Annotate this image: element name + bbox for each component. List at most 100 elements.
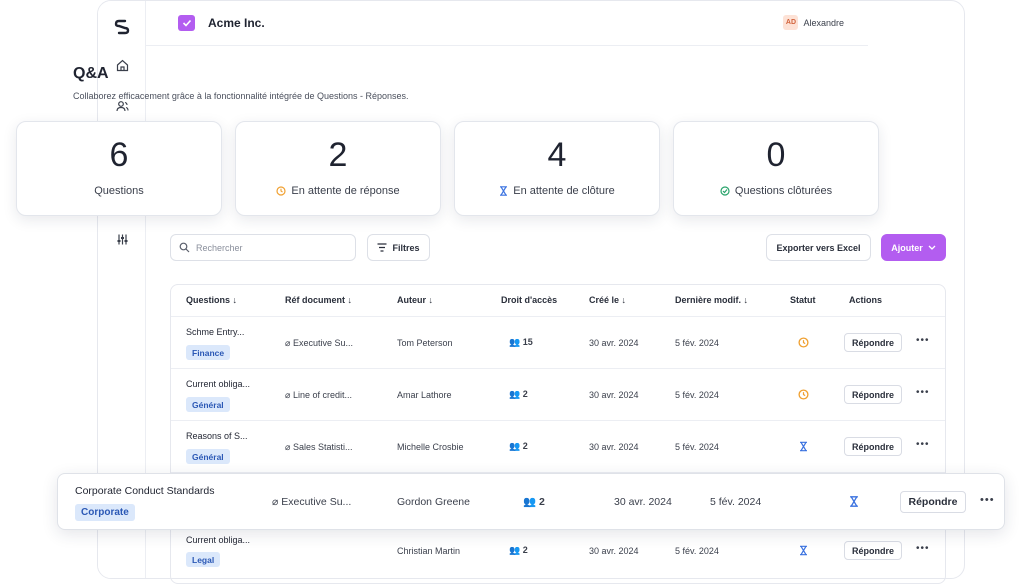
reply-button[interactable]: Répondre — [844, 541, 902, 560]
modified-date: 5 fév. 2024 — [675, 390, 719, 400]
hourglass-icon — [800, 441, 807, 452]
category-tag: Général — [186, 397, 230, 412]
author: Amar Lathore — [397, 390, 452, 400]
question-text: Corporate Conduct Standards — [75, 485, 215, 497]
page-title: Q&A — [73, 65, 109, 82]
export-excel-button[interactable]: Exporter vers Excel — [766, 234, 871, 261]
filters-button[interactable]: Filtres — [367, 234, 430, 261]
doc-ref[interactable]: ⌀ Executive Su... — [272, 496, 351, 508]
col-access: Droit d'accès — [501, 295, 558, 305]
avatar: AD — [783, 15, 799, 30]
author: Christian Martin — [397, 546, 461, 556]
reply-button[interactable]: Répondre — [844, 385, 902, 404]
access-count[interactable]: 👥 2 — [509, 389, 528, 400]
col-created[interactable]: Créé le ↓ — [589, 295, 626, 305]
created-date: 30 avr. 2024 — [589, 546, 639, 556]
user-name: Alexandre — [803, 17, 844, 28]
clock-icon — [276, 186, 286, 196]
home-icon[interactable] — [110, 53, 134, 77]
search-input[interactable]: Rechercher — [170, 234, 356, 261]
reply-button[interactable]: Répondre — [844, 437, 902, 456]
more-options-icon[interactable]: ••• — [916, 543, 930, 554]
user-menu[interactable]: AD Alexandre — [783, 15, 844, 30]
divider — [171, 420, 945, 421]
col-actions: Actions — [849, 295, 883, 305]
stat-card-closed: 0 Questions clôturées — [673, 121, 879, 216]
reply-button[interactable]: Répondre — [900, 491, 966, 513]
access-count[interactable]: 👥 2 — [523, 495, 545, 508]
search-icon — [179, 242, 190, 253]
divider — [171, 368, 945, 369]
author: Tom Peterson — [397, 338, 453, 348]
questions-table: Questions ↓ Réf document ↓ Auteur ↓ Droi… — [170, 284, 946, 584]
export-label: Exporter vers Excel — [776, 242, 861, 253]
col-questions[interactable]: Questions ↓ — [186, 295, 237, 305]
reply-button[interactable]: Répondre — [844, 333, 902, 352]
access-count[interactable]: 👥 2 — [509, 545, 528, 556]
hourglass-icon — [800, 545, 807, 556]
add-label: Ajouter — [891, 242, 923, 253]
more-options-icon[interactable]: ••• — [916, 439, 930, 450]
stat-card-pending-answer: 2 En attente de réponse — [235, 121, 441, 216]
org-name[interactable]: Acme Inc. — [208, 16, 265, 30]
modified-date: 5 fév. 2024 — [675, 442, 719, 452]
access-count[interactable]: 👥 15 — [509, 337, 533, 348]
question-text: Current obliga... — [186, 379, 251, 389]
question-text: Current obliga... — [186, 535, 251, 545]
category-tag: Finance — [186, 345, 231, 360]
stat-value: 6 — [109, 136, 129, 174]
stat-value: 2 — [328, 136, 348, 174]
modified-date: 5 fév. 2024 — [675, 338, 719, 348]
doc-ref[interactable]: ⌀ Sales Statisti... — [285, 442, 352, 453]
folder-check-icon — [178, 15, 195, 31]
app-logo-icon[interactable] — [110, 15, 134, 39]
stat-label: Questions — [94, 185, 144, 197]
filter-icon — [377, 243, 387, 252]
users-icon: 👥 — [509, 545, 521, 555]
stat-card-pending-closure: 4 En attente de clôture — [454, 121, 660, 216]
category-tag: Général — [186, 449, 230, 464]
more-options-icon[interactable]: ••• — [916, 387, 930, 398]
arrow-down-icon: ↓ — [347, 295, 353, 305]
category-tag: Corporate — [75, 504, 135, 521]
users-icon: 👥 — [509, 337, 521, 347]
stat-card-questions: 6 Questions — [16, 121, 222, 216]
table-row-highlighted[interactable]: Corporate Conduct Standards Corporate ⌀ … — [57, 473, 1005, 530]
access-count[interactable]: 👥 2 — [509, 441, 528, 452]
doc-ref[interactable]: ⌀ Line of credit... — [285, 390, 352, 401]
created-date: 30 avr. 2024 — [589, 442, 639, 452]
users-icon: 👥 — [509, 441, 521, 451]
add-button[interactable]: Ajouter — [881, 234, 946, 261]
stat-label: Questions clôturées — [734, 185, 833, 197]
top-bar: Acme Inc. AD Alexandre — [146, 1, 868, 46]
clock-icon — [798, 389, 809, 400]
clock-icon — [798, 337, 809, 348]
paperclip-icon: ⌀ — [285, 390, 291, 400]
col-author[interactable]: Auteur ↓ — [397, 295, 433, 305]
stat-label: En attente de clôture — [513, 185, 615, 197]
arrow-down-icon: ↓ — [743, 295, 749, 305]
col-modified[interactable]: Dernière modif. ↓ — [675, 295, 748, 305]
created-date: 30 avr. 2024 — [614, 496, 672, 508]
paperclip-icon: ⌀ — [285, 442, 291, 452]
chevron-down-icon — [928, 245, 936, 250]
settings-sliders-icon[interactable] — [110, 227, 134, 251]
page-subtitle: Collaborez efficacement grâce à la fonct… — [73, 91, 409, 101]
more-options-icon[interactable]: ••• — [916, 335, 930, 346]
check-circle-icon — [720, 186, 730, 196]
created-date: 30 avr. 2024 — [589, 338, 639, 348]
paperclip-icon: ⌀ — [285, 338, 291, 348]
paperclip-icon: ⌀ — [272, 496, 279, 508]
doc-ref[interactable]: ⌀ Executive Su... — [285, 338, 353, 349]
arrow-down-icon: ↓ — [428, 295, 434, 305]
users-icon: 👥 — [523, 496, 537, 508]
col-doc-ref[interactable]: Réf document ↓ — [285, 295, 352, 305]
more-options-icon[interactable]: ••• — [980, 494, 995, 506]
stat-value: 4 — [547, 136, 567, 174]
created-date: 30 avr. 2024 — [589, 390, 639, 400]
filters-label: Filtres — [392, 242, 420, 253]
hourglass-icon — [500, 186, 508, 196]
hourglass-icon — [850, 496, 858, 507]
stat-value: 0 — [766, 136, 786, 174]
author: Michelle Crosbie — [397, 442, 464, 452]
